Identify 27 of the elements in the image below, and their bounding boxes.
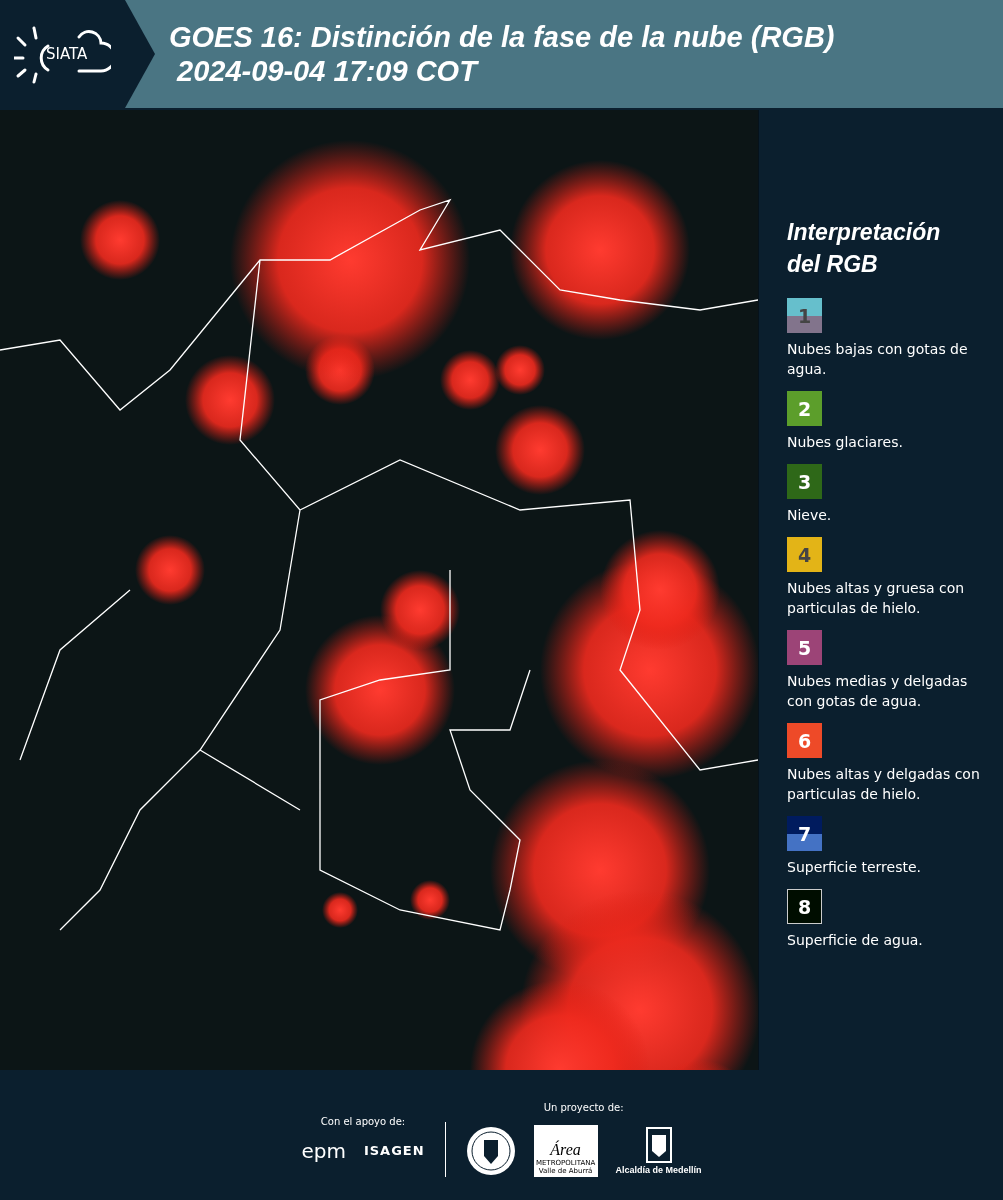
logo-wordmark: SIATA (46, 45, 88, 63)
color-swatch: 3 (787, 464, 822, 499)
legend-title: Interpretación del RGB (787, 218, 942, 279)
legend-label: Nubes altas y gruesa con particulas de hielo. (787, 579, 966, 618)
partner-caption: Alcaldía de Medellín (615, 1164, 702, 1175)
color-swatch: 4 (787, 537, 822, 572)
color-swatch: 6 (787, 723, 822, 758)
legend-label: Nubes glaciares. (787, 433, 904, 452)
seal-logo (465, 1125, 516, 1176)
legend-label: Nubes bajas con gotas de agua. (787, 340, 969, 379)
sponsor-logo: epm (301, 1138, 346, 1163)
legend-label: Nieve. (787, 506, 833, 525)
color-swatch: 2 (787, 391, 822, 426)
legend-label: Superficie de agua. (787, 931, 924, 950)
coat-of-arms-icon (645, 1126, 672, 1163)
legend-label: Superficie terreste. (787, 858, 922, 877)
color-swatch: 7 (787, 816, 822, 851)
support-label: Con el apoyo de: (320, 1115, 406, 1127)
sponsor-logo: ISAGEN (363, 1143, 425, 1158)
color-swatch: 5 (787, 630, 822, 665)
project-label: Un proyecto de: (543, 1101, 624, 1113)
legend-label: Nubes altas y delgadas con particulas de hielo. (787, 765, 981, 804)
color-swatch: 8 (787, 889, 822, 924)
page-title: GOES 16: Distinción de la fase de la nube (RGB) (169, 20, 835, 54)
legend-label: Nubes medias y delgadas con gotas de agua. (787, 672, 969, 711)
color-swatch: 1 (787, 298, 822, 333)
timestamp: 2024-09-04 17:09 COT (175, 54, 480, 88)
